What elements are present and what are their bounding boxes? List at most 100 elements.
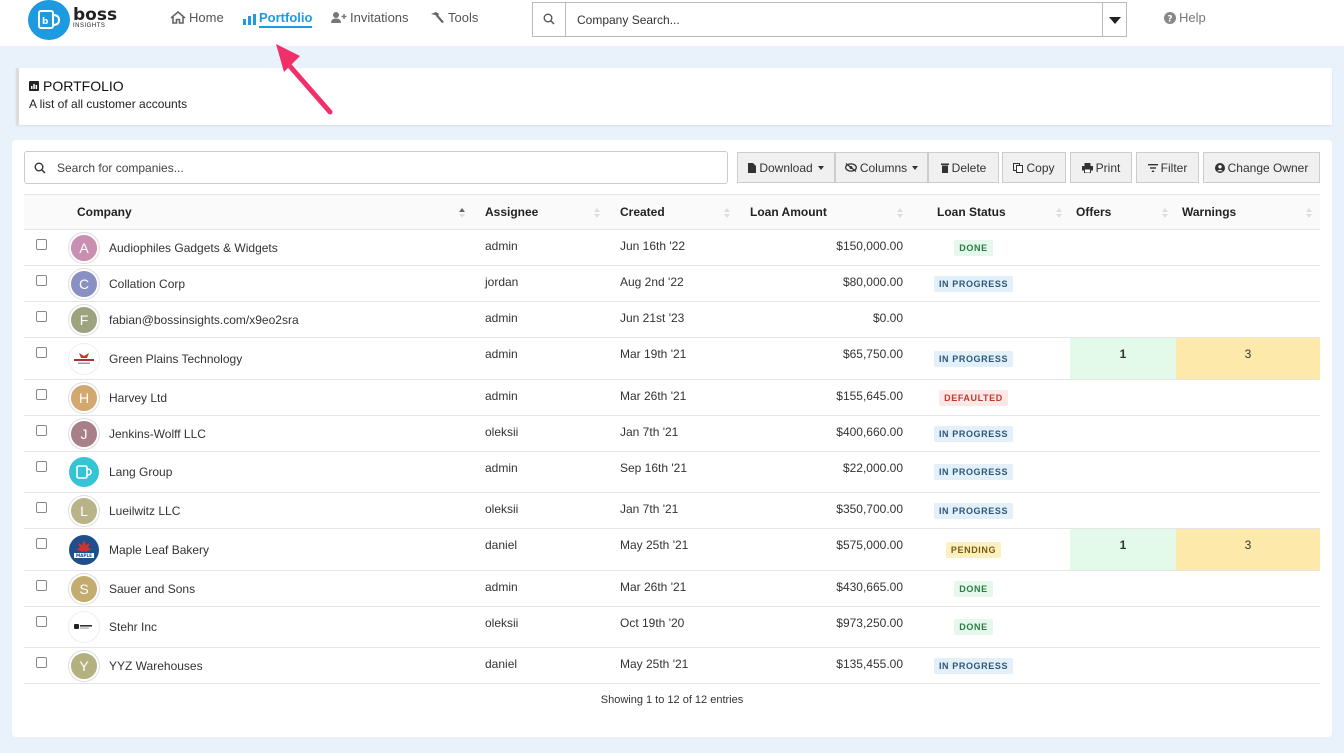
- table-row[interactable]: L Lueilwitz LLC oleksii Jan 7th '21 $350,…: [24, 492, 1320, 529]
- row-checkbox[interactable]: [36, 239, 47, 250]
- avatar: C: [69, 268, 99, 299]
- company-name[interactable]: Sauer and Sons: [109, 582, 195, 596]
- col-header-loan-status-label: Loan Status: [937, 205, 1006, 219]
- table-row[interactable]: Lang Group admin Sep 16th '21 $22,000.00…: [24, 451, 1320, 493]
- help-link[interactable]: ? Help: [1164, 10, 1206, 25]
- caret-down-icon: [817, 165, 824, 170]
- company-name[interactable]: Lang Group: [109, 465, 172, 479]
- row-checkbox[interactable]: [36, 461, 47, 472]
- row-checkbox[interactable]: [36, 616, 47, 627]
- avatar: F: [69, 304, 99, 335]
- table-row[interactable]: J Jenkins-Wolff LLC oleksii Jan 7th '21 $…: [24, 415, 1320, 452]
- columns-button[interactable]: Columns: [835, 152, 928, 183]
- row-checkbox[interactable]: [36, 425, 47, 436]
- nav-portfolio[interactable]: Portfolio: [243, 10, 313, 28]
- search-icon: [34, 162, 46, 174]
- assignee: admin: [473, 451, 608, 493]
- status-badge: IN PROGRESS: [933, 657, 1014, 674]
- loan-amount: $0.00: [738, 301, 911, 338]
- table-row[interactable]: Green Plains Technology admin Mar 19th '…: [24, 337, 1320, 380]
- company-name[interactable]: Green Plains Technology: [109, 352, 242, 366]
- change-owner-button[interactable]: Change Owner: [1203, 152, 1320, 183]
- company-name[interactable]: Lueilwitz LLC: [109, 504, 180, 518]
- status-badge: IN PROGRESS: [933, 275, 1014, 292]
- file-icon: [748, 162, 757, 173]
- row-checkbox[interactable]: [36, 657, 47, 668]
- row-checkbox[interactable]: [36, 311, 47, 322]
- row-checkbox[interactable]: [36, 389, 47, 400]
- col-header-created[interactable]: Created: [608, 194, 738, 230]
- table-row[interactable]: Stehr Inc oleksii Oct 19th '20 $973,250.…: [24, 606, 1320, 648]
- row-checkbox[interactable]: [36, 538, 47, 549]
- delete-button[interactable]: Delete: [928, 152, 999, 183]
- col-header-warnings[interactable]: Warnings: [1176, 194, 1320, 230]
- offers: [1070, 415, 1176, 452]
- table-row[interactable]: H Harvey Ltd admin Mar 26th '21 $155,645.…: [24, 379, 1320, 416]
- nav-home[interactable]: Home: [170, 10, 224, 25]
- assignee: admin: [473, 570, 608, 607]
- loan-amount: $150,000.00: [738, 229, 911, 266]
- col-header-offers[interactable]: Offers: [1070, 194, 1176, 230]
- svg-text:b: b: [42, 17, 49, 27]
- created-date: Mar 26th '21: [608, 570, 738, 607]
- row-checkbox[interactable]: [36, 347, 47, 358]
- row-checkbox[interactable]: [36, 502, 47, 513]
- copy-icon: [1013, 162, 1024, 173]
- table-header-row: Company Assignee Created Loan Amount Loa…: [24, 194, 1320, 230]
- col-header-company[interactable]: Company: [65, 194, 473, 230]
- avatar: L: [69, 495, 99, 526]
- avatar: J: [69, 418, 99, 449]
- offers-count[interactable]: 1: [1070, 528, 1176, 571]
- nav-tools[interactable]: Tools: [430, 10, 478, 25]
- table-row[interactable]: C Collation Corp jordan Aug 2nd '22 $80,0…: [24, 265, 1320, 302]
- company-name[interactable]: fabian@bossinsights.com/x9eo2sra: [109, 313, 299, 327]
- trash-icon: [940, 163, 949, 173]
- warnings-count[interactable]: 3: [1176, 528, 1320, 571]
- assignee: admin: [473, 301, 608, 338]
- table-row[interactable]: Ffabian@bossinsights.com/x9eo2sra admin …: [24, 301, 1320, 338]
- company-name[interactable]: Collation Corp: [109, 277, 185, 291]
- company-name[interactable]: Stehr Inc: [109, 620, 157, 634]
- col-header-loan-status[interactable]: Loan Status: [911, 194, 1070, 230]
- table-row[interactable]: A Audiophiles Gadgets & Widgets admin Jun…: [24, 229, 1320, 266]
- table-info: Showing 1 to 12 of 12 entries: [600, 694, 744, 706]
- delete-label: Delete: [951, 160, 987, 175]
- download-button[interactable]: Download: [737, 152, 835, 183]
- nav-invitations[interactable]: Invitations: [331, 10, 409, 25]
- filter-button[interactable]: Filter: [1136, 152, 1199, 183]
- created-date: Jan 7th '21: [608, 415, 738, 452]
- loan-amount: $973,250.00: [738, 606, 911, 648]
- table-row[interactable]: S Sauer and Sons admin Mar 26th '21 $430,…: [24, 570, 1320, 607]
- filter-icon: [1147, 163, 1158, 172]
- col-header-company-label: Company: [77, 205, 132, 219]
- table-row[interactable]: Y YYZ Warehouses daniel May 25th '21 $135…: [24, 647, 1320, 684]
- print-button[interactable]: Print: [1070, 152, 1132, 183]
- created-date: Oct 19th '20: [608, 606, 738, 648]
- brand-logo[interactable]: b: [28, 0, 70, 40]
- col-header-assignee[interactable]: Assignee: [473, 194, 608, 230]
- assignee: daniel: [473, 528, 608, 571]
- offers-count[interactable]: 1: [1070, 337, 1176, 380]
- loan-amount: $65,750.00: [738, 337, 911, 380]
- company-name[interactable]: Harvey Ltd: [109, 391, 167, 405]
- company-name[interactable]: Jenkins-Wolff LLC: [109, 427, 206, 441]
- table-row[interactable]: MAPLE Maple Leaf Bakery daniel May 25th '…: [24, 528, 1320, 571]
- warnings-count[interactable]: 3: [1176, 337, 1320, 380]
- row-checkbox[interactable]: [36, 275, 47, 286]
- col-header-loan-amount[interactable]: Loan Amount: [738, 194, 911, 230]
- company-search-dropdown[interactable]: [1102, 3, 1126, 36]
- company-name[interactable]: Audiophiles Gadgets & Widgets: [109, 241, 278, 255]
- company-name[interactable]: YYZ Warehouses: [109, 659, 203, 673]
- company-search-input[interactable]: [577, 11, 1077, 29]
- copy-button[interactable]: Copy: [1002, 152, 1066, 183]
- table-search-input[interactable]: [57, 159, 707, 177]
- portfolio-table: Company Assignee Created Loan Amount Loa…: [24, 194, 1320, 684]
- page-subtitle: A list of all customer accounts: [29, 97, 188, 111]
- eye-slash-icon: [844, 163, 857, 172]
- row-checkbox[interactable]: [36, 580, 47, 591]
- page-title-text: PORTFOLIO: [43, 78, 124, 94]
- warnings: [1176, 492, 1320, 529]
- company-logo-icon: [69, 612, 99, 642]
- company-name[interactable]: Maple Leaf Bakery: [109, 543, 209, 557]
- created-date: Jun 21st '23: [608, 301, 738, 338]
